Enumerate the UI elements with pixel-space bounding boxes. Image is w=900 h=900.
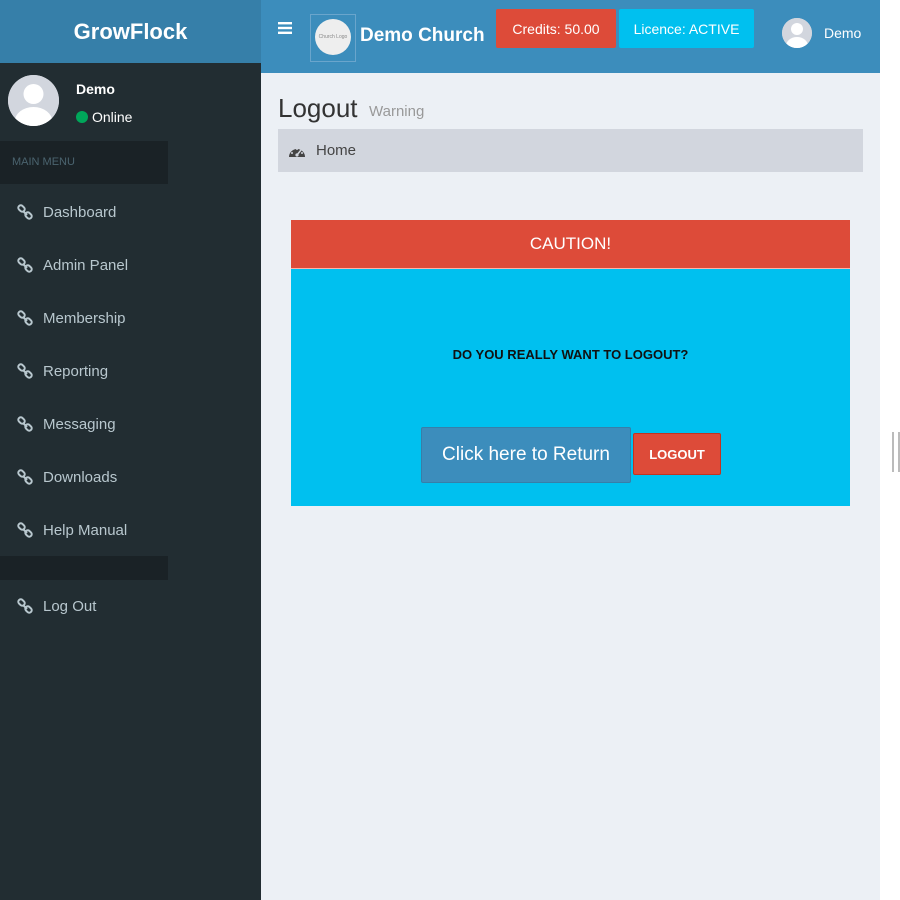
breadcrumb: Home bbox=[278, 129, 863, 172]
credits-button[interactable]: Credits: 50.00 bbox=[496, 9, 616, 48]
content-area: Logout Warning Home CAUTION! DO YOU REAL… bbox=[261, 73, 880, 900]
sidebar-item-label: Help Manual bbox=[43, 522, 128, 539]
caution-body: DO YOU REALLY WANT TO LOGOUT? Click here… bbox=[291, 268, 850, 506]
sidebar-item-label: Membership bbox=[43, 310, 126, 327]
sidebar-item-label: Messaging bbox=[43, 416, 116, 433]
sidebar-item-help-manual[interactable]: Help Manual bbox=[0, 504, 261, 557]
sidebar-item-admin-panel[interactable]: Admin Panel bbox=[0, 239, 261, 292]
caution-header: CAUTION! bbox=[291, 220, 850, 268]
sidebar-item-reporting[interactable]: Reporting bbox=[0, 345, 261, 398]
avatar bbox=[782, 18, 812, 48]
sidebar-item-messaging[interactable]: Messaging bbox=[0, 398, 261, 451]
sidebar-item-label: Dashboard bbox=[43, 204, 117, 221]
hamburger-icon[interactable] bbox=[278, 19, 292, 40]
sidebar-item-label: Reporting bbox=[43, 363, 109, 380]
user-name: Demo bbox=[76, 81, 115, 97]
resize-handle[interactable] bbox=[892, 432, 900, 472]
dashboard-icon bbox=[288, 144, 306, 158]
sidebar-item-membership[interactable]: Membership bbox=[0, 292, 261, 345]
caution-box: CAUTION! DO YOU REALLY WANT TO LOGOUT? C… bbox=[291, 220, 850, 506]
sidebar-item-log-out[interactable]: Log Out bbox=[0, 580, 261, 633]
user-status: Online bbox=[76, 109, 132, 125]
top-navbar: Church Logo Demo Church Credits: 50.00 L… bbox=[261, 0, 880, 73]
church-logo-text: Church Logo bbox=[318, 34, 348, 40]
brand-name: GrowFlock bbox=[73, 18, 188, 44]
page-subtitle: Warning bbox=[369, 103, 425, 120]
user-status-text: Online bbox=[92, 109, 133, 125]
brand-logo[interactable]: GrowFlock bbox=[0, 0, 261, 63]
logout-question: DO YOU REALLY WANT TO LOGOUT? bbox=[452, 347, 689, 362]
church-logo-image: Church Logo bbox=[315, 19, 351, 55]
main-menu-header: MAIN MENU bbox=[0, 141, 168, 184]
online-status-icon bbox=[76, 111, 88, 123]
sidebar-item-label: Downloads bbox=[43, 469, 118, 486]
link-icon bbox=[16, 256, 34, 275]
link-icon bbox=[16, 309, 34, 328]
sidebar-item-downloads[interactable]: Downloads bbox=[0, 451, 261, 504]
user-menu-name: Demo bbox=[824, 25, 862, 41]
sidebar-item-label: Admin Panel bbox=[43, 257, 129, 274]
sidebar-item-dashboard[interactable]: Dashboard bbox=[0, 186, 261, 239]
breadcrumb-home-link[interactable]: Home bbox=[316, 142, 356, 159]
user-panel: Demo Online bbox=[0, 63, 261, 141]
sidebar-item-label: Log Out bbox=[43, 598, 97, 615]
link-icon bbox=[16, 415, 34, 434]
avatar bbox=[8, 75, 59, 126]
link-icon bbox=[16, 521, 34, 540]
church-name: Demo Church bbox=[360, 25, 485, 46]
user-silhouette-icon bbox=[782, 18, 812, 48]
page-title: Logout bbox=[278, 93, 358, 123]
sidebar: GrowFlock Demo Online MAIN MENU Dashboar… bbox=[0, 0, 261, 900]
link-icon bbox=[16, 362, 34, 381]
church-logo: Church Logo bbox=[310, 14, 356, 62]
logout-button[interactable]: LOGOUT bbox=[633, 433, 721, 475]
sidebar-menu: Dashboard Admin Panel Membership Reporti… bbox=[0, 186, 261, 557]
user-silhouette-icon bbox=[8, 75, 59, 126]
menu-divider bbox=[0, 556, 168, 580]
link-icon bbox=[16, 597, 34, 616]
licence-button[interactable]: Licence: ACTIVE bbox=[619, 9, 754, 48]
user-menu[interactable]: Demo bbox=[782, 18, 861, 48]
link-icon bbox=[16, 468, 34, 487]
link-icon bbox=[16, 203, 34, 222]
return-button[interactable]: Click here to Return bbox=[421, 427, 631, 483]
